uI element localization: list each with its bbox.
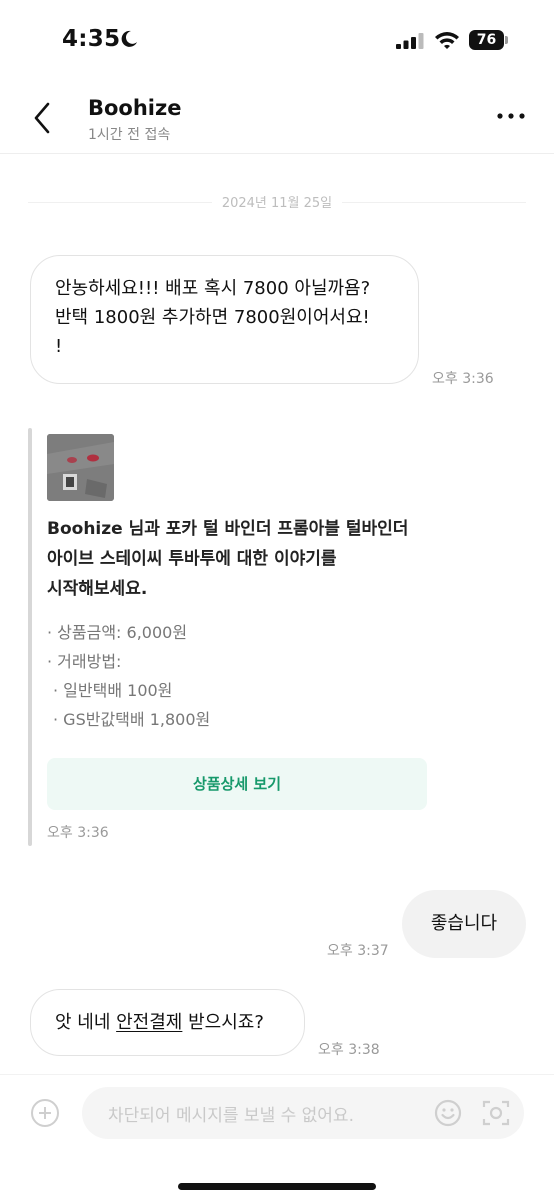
product-details: · 상품금액: 6,000원 · 거래방법: · 일반택배 100원 · GS반… xyxy=(47,618,210,734)
message-text: 받으시죠? xyxy=(182,1012,264,1033)
date-label: 2024년 11월 25일 xyxy=(211,196,343,211)
plus-icon[interactable] xyxy=(31,1099,59,1127)
more-icon[interactable] xyxy=(494,106,528,126)
camera-icon[interactable] xyxy=(482,1099,510,1127)
message-input-area: 차단되어 메시지를 보낼 수 없어요. xyxy=(0,1074,554,1200)
last-seen-status: 1시간 전 접속 xyxy=(88,127,171,143)
trade-method-item: · 일반택배 100원 xyxy=(53,681,173,700)
contact-name: Boohize xyxy=(88,96,182,120)
date-divider: 2024년 11월 25일 xyxy=(28,190,526,214)
product-price: · 상품금액: 6,000원 xyxy=(47,623,188,642)
signal-icon xyxy=(396,33,424,49)
message-time: 오후 3:38 xyxy=(318,1042,380,1058)
incoming-message-bubble: 앗 네네 안전결제 받으시죠? xyxy=(30,989,305,1056)
message-time: 오후 3:36 xyxy=(432,371,494,387)
message-line: 반택 1800원 추가하면 7800원이어서요! xyxy=(55,307,370,328)
card-accent-bar xyxy=(28,428,32,846)
trade-method-item: · GS반값택배 1,800원 xyxy=(53,710,211,729)
input-placeholder: 차단되어 메시지를 보낼 수 없어요. xyxy=(108,1106,354,1126)
trade-method-label: · 거래방법: xyxy=(47,652,122,671)
moon-icon xyxy=(121,30,137,47)
status-bar: 4:35 76 xyxy=(0,0,554,80)
message-line: 안농하세요!!! 배포 혹시 7800 아닐까욤? xyxy=(55,278,371,299)
wifi-icon xyxy=(435,32,459,49)
view-product-detail-button[interactable]: 상품상세 보기 xyxy=(47,758,427,810)
product-card-title: Boohize 님과 포카 털 바인더 프롬아블 털바인더 아이브 스테이씨 투… xyxy=(47,514,447,604)
battery-level: 76 xyxy=(469,30,504,50)
incoming-message-bubble: 안농하세요!!! 배포 혹시 7800 아닐까욤? 반택 1800원 추가하면 … xyxy=(30,255,419,384)
outgoing-message-bubble: 좋습니다 xyxy=(402,890,526,958)
card-title-line: Boohize 님과 포카 털 바인더 프롬아블 털바인더 xyxy=(47,519,409,539)
status-time: 4:35 xyxy=(62,26,121,52)
message-time: 오후 3:37 xyxy=(327,943,389,959)
home-indicator xyxy=(178,1183,376,1190)
message-line: ! xyxy=(55,336,63,357)
chat-header: Boohize 1시간 전 접속 xyxy=(0,80,554,154)
product-thumbnail[interactable] xyxy=(47,434,114,501)
back-icon[interactable] xyxy=(28,100,58,136)
message-text: 앗 네네 xyxy=(55,1012,117,1033)
message-time: 오후 3:36 xyxy=(47,825,109,841)
card-title-line: 아이브 스테이씨 투바투에 대한 이야기를 xyxy=(47,549,337,569)
safe-payment-link[interactable]: 안전결제 xyxy=(116,1012,182,1033)
smile-icon[interactable] xyxy=(434,1099,462,1127)
card-title-line: 시작해보세요. xyxy=(47,579,148,599)
battery-icon: 76 xyxy=(469,30,509,50)
